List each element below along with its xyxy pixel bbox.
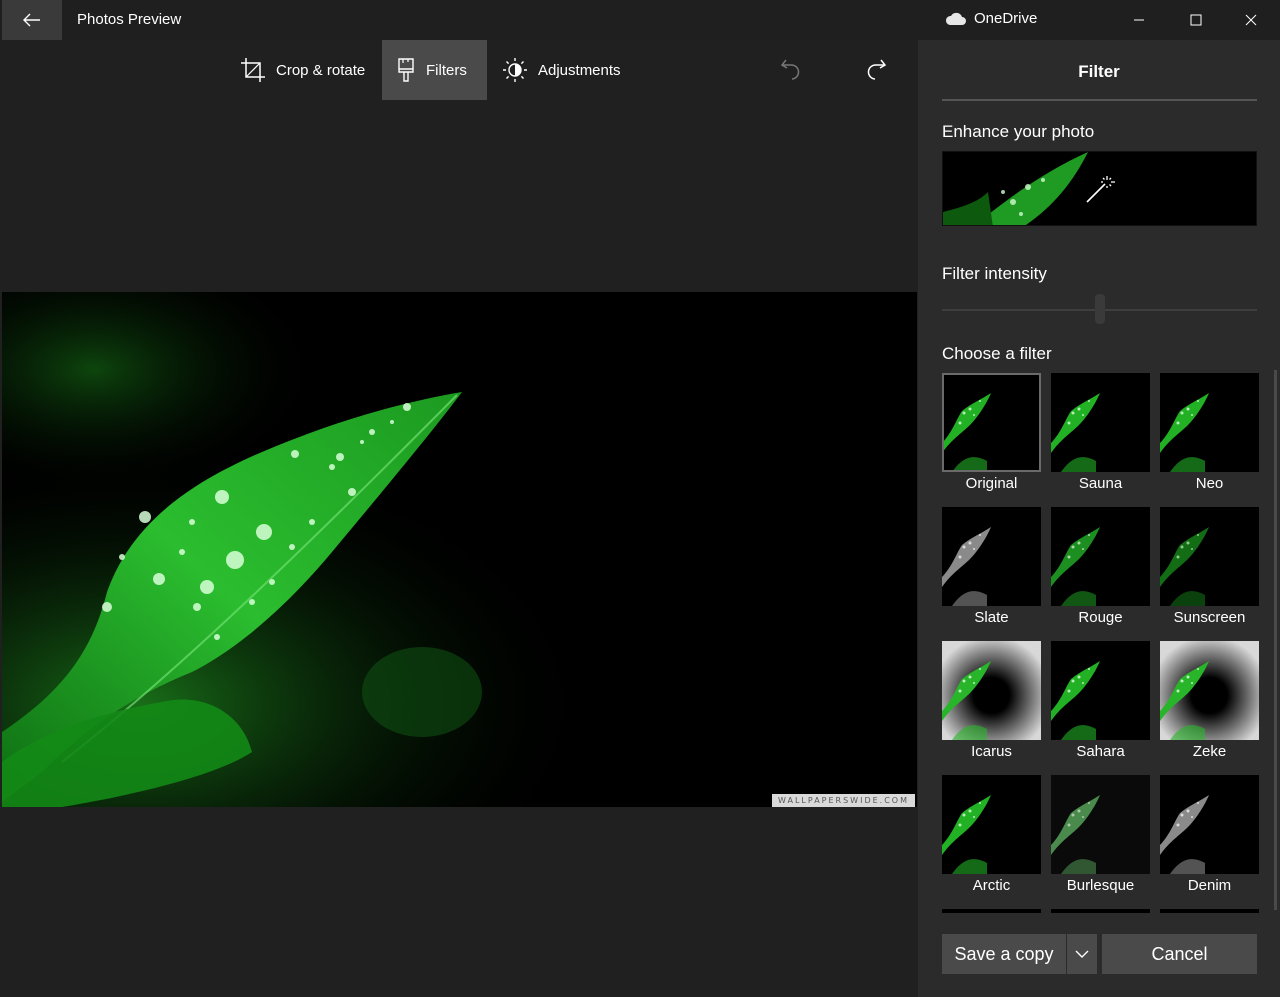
filter-item-icarus[interactable]: Icarus [942, 641, 1041, 761]
filter-brush-icon [398, 58, 414, 82]
filter-label: Sauna [1078, 475, 1123, 492]
filter-item-arctic[interactable]: Arctic [942, 775, 1041, 895]
filter-item-neo[interactable]: Neo [1160, 373, 1259, 493]
filter-grid: Original Sauna Neo Slate Rouge Sunscreen Icaru… [942, 373, 1272, 913]
magic-wand-icon [1086, 176, 1115, 203]
filter-item-slate[interactable]: Slate [942, 507, 1041, 627]
filter-panel: Filter Enhance your photo Filter intensi… [918, 40, 1280, 997]
adjustments-label: Adjustments [538, 61, 621, 79]
filter-label: Sunscreen [1173, 609, 1246, 626]
enhance-photo-button[interactable] [942, 151, 1257, 226]
filter-item-sunscreen[interactable]: Sunscreen [1160, 507, 1259, 627]
onedrive-label: OneDrive [974, 10, 1038, 27]
back-arrow-icon [23, 13, 40, 27]
app-title: Photos Preview [77, 11, 182, 28]
filter-thumbnail [942, 507, 1041, 606]
onedrive-button[interactable]: OneDrive [944, 10, 1037, 27]
filter-label: Rouge [1078, 609, 1123, 626]
save-options-button[interactable] [1067, 934, 1097, 974]
minimize-button[interactable] [1110, 0, 1168, 40]
edit-toolbar: Crop & rotate Filters Adjustments [0, 40, 918, 100]
filter-item-next-row[interactable] [1160, 909, 1259, 913]
tab-crop-rotate[interactable]: Crop & rotate [226, 40, 379, 100]
save-copy-button[interactable]: Save a copy [942, 934, 1066, 974]
filter-label: Original [965, 475, 1018, 492]
filter-item-next-row[interactable] [942, 909, 1041, 913]
filter-item-rouge[interactable]: Rouge [1051, 507, 1150, 627]
filter-thumbnail [1160, 373, 1259, 472]
tab-filters[interactable]: Filters [382, 40, 487, 100]
watermark: WALLPAPERSWIDE.COM [772, 794, 915, 807]
leaf-photo [2, 292, 917, 807]
filter-item-next-row[interactable] [1051, 909, 1150, 913]
back-button[interactable] [2, 0, 62, 40]
filter-label: Burlesque [1066, 877, 1135, 894]
undo-icon [780, 59, 800, 80]
filter-item-burlesque[interactable]: Burlesque [1051, 775, 1150, 895]
minimize-icon [1134, 19, 1144, 21]
crop-icon [241, 58, 265, 82]
filter-label: Icarus [971, 743, 1012, 760]
filter-thumbnail [1051, 641, 1150, 740]
filter-thumbnail [942, 373, 1041, 472]
filter-thumbnail [1051, 775, 1150, 874]
filter-item-sahara[interactable]: Sahara [1051, 641, 1150, 761]
filter-label: Sahara [1076, 743, 1125, 760]
undo-button[interactable] [771, 50, 811, 90]
filters-label: Filters [426, 61, 467, 79]
intensity-slider-thumb[interactable] [1094, 294, 1105, 324]
photo-canvas: WALLPAPERSWIDE.COM [2, 100, 918, 997]
title-bar: Photos Preview OneDrive [0, 0, 1280, 40]
filter-item-sauna[interactable]: Sauna [1051, 373, 1150, 493]
crop-label: Crop & rotate [276, 61, 366, 79]
filter-thumbnail [1160, 641, 1259, 740]
filter-item-original[interactable]: Original [942, 373, 1041, 493]
filter-thumbnail [1160, 507, 1259, 606]
filter-thumbnail [942, 641, 1041, 740]
filter-label: Zeke [1192, 743, 1227, 760]
maximize-icon [1190, 14, 1202, 26]
cancel-button[interactable]: Cancel [1102, 934, 1257, 974]
choose-filter-label: Choose a filter [942, 344, 1052, 363]
filter-label: Slate [974, 609, 1009, 626]
panel-title: Filter [1078, 62, 1120, 81]
filter-thumbnail [1051, 507, 1150, 606]
redo-button[interactable] [856, 50, 896, 90]
chevron-down-icon [1075, 950, 1089, 958]
close-icon [1245, 14, 1257, 26]
filter-label: Denim [1187, 877, 1232, 894]
enhance-label: Enhance your photo [942, 122, 1095, 141]
tab-adjustments[interactable]: Adjustments [488, 40, 635, 100]
intensity-label: Filter intensity [942, 264, 1047, 283]
filter-thumbnail [1160, 775, 1259, 874]
filter-thumbnail [1051, 373, 1150, 472]
maximize-button[interactable] [1167, 0, 1225, 40]
filter-label: Neo [1195, 475, 1224, 492]
photo-preview[interactable]: WALLPAPERSWIDE.COM [2, 292, 917, 807]
filter-item-denim[interactable]: Denim [1160, 775, 1259, 895]
close-button[interactable] [1222, 0, 1280, 40]
redo-icon [867, 59, 887, 80]
filter-label: Arctic [972, 877, 1011, 894]
cloud-icon [945, 12, 966, 25]
filter-scrollbar[interactable] [1274, 370, 1277, 910]
panel-divider [942, 99, 1257, 101]
brightness-icon [503, 58, 527, 82]
filter-thumbnail [942, 775, 1041, 874]
filter-item-zeke[interactable]: Zeke [1160, 641, 1259, 761]
